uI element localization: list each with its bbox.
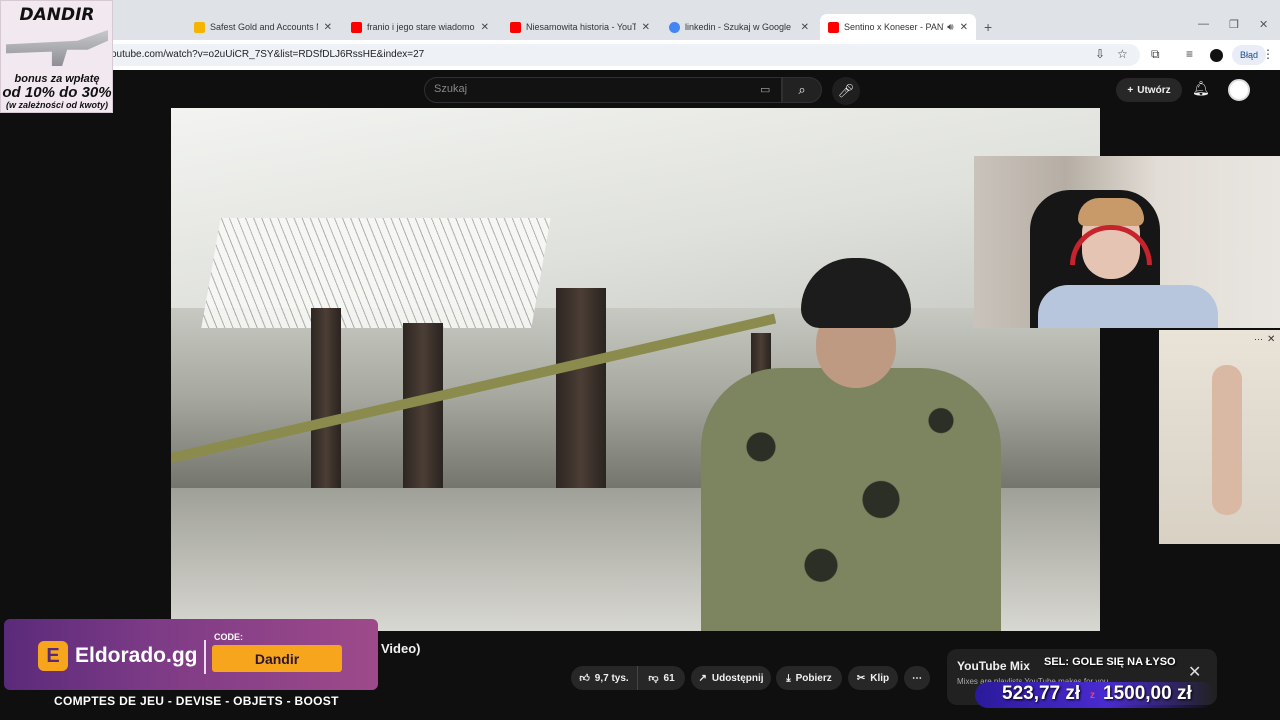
notifications-bell-icon[interactable]: 🔔︎ [1192,80,1210,97]
minimize-icon[interactable]: — [1198,18,1209,30]
download-label: Pobierz [795,672,832,684]
install-app-icon[interactable]: ⇩ [1095,47,1105,61]
webcam-shirt [1038,285,1218,328]
url-text[interactable]: youtube.com/watch?v=o2uUiCR_7SY&list=RDS… [106,49,424,60]
side-clip-figure [1212,365,1242,515]
video-scene-railing [171,313,777,463]
tab-label: Sentino x Koneser - PANTE [844,22,945,32]
share-icon: ↗ [698,672,707,684]
video-person-jacket [701,368,1001,631]
keyboard-icon[interactable]: ▭ [760,83,770,96]
close-icon[interactable]: ✕ [642,22,650,33]
download-button[interactable]: ⤓ Pobierz [776,666,842,690]
clip-button[interactable]: ✂ Klip [848,666,898,690]
share-label: Udostępnij [711,672,764,684]
youtube-favicon-icon [510,21,521,33]
tab-label: linkedin - Szukaj w Google [685,22,792,32]
code-label: CODE: [214,632,243,642]
video-scene-skylight [201,218,551,328]
like-count: 9,7 tys. [594,672,629,684]
bookmark-star-icon[interactable]: ☆ [1117,47,1128,61]
bottom-strip [0,712,1280,720]
goal-current: 523,77 zł [1002,683,1081,704]
create-label: Utwórz [1137,84,1171,96]
browser-tab[interactable]: linkedin - Szukaj w Google ✕ [661,14,817,40]
youtube-favicon-icon [351,21,362,33]
error-button[interactable]: Błąd [1232,45,1266,65]
donation-message: SEL: GOLE SIĘ NA ŁYSO [1044,656,1176,668]
video-title: Video) [381,641,421,656]
voice-search-button[interactable]: 🎤︎ [832,77,860,105]
eldorado-logo-icon: E [38,641,68,671]
sponsor-line: od 10% do 30% [2,84,112,101]
sponsor-name: DANDIR [19,5,95,25]
close-icon[interactable]: ✕ [801,22,809,33]
close-icon[interactable]: ✕ [324,22,332,33]
webcam-hair [1078,198,1144,226]
browser-tab[interactable]: Safest Gold and Accounts Mark ✕ [186,14,340,40]
new-tab-button[interactable]: + [984,19,992,35]
eldorado-name: Eldorado.gg [75,644,198,667]
like-button[interactable]: 👍︎ 9,7 tys. [571,666,637,690]
close-icon[interactable]: ✕ [1188,662,1201,682]
close-icon[interactable]: ✕ [960,22,968,33]
tab-label: Safest Gold and Accounts Mark [210,22,318,32]
tab-label: franio i jego stare wiadomosci [367,22,475,32]
maximize-icon[interactable]: ❐ [1229,18,1239,31]
more-icon[interactable]: ⋯ [1254,334,1263,345]
more-actions-button[interactable]: ⋯ [904,666,930,690]
close-icon[interactable]: ✕ [1267,334,1275,345]
speaker-icon[interactable]: 🔊︎ [947,22,953,33]
search-icon: ⌕ [798,82,806,97]
download-icon: ⤓ [786,672,791,684]
promo-code: Dandir [212,645,342,672]
microphone-icon: 🎤︎ [837,83,855,98]
scissors-icon: ✂ [856,672,866,684]
youtube-favicon-icon [828,21,839,33]
menu-kebab-icon[interactable]: ⋮ [1262,47,1274,61]
mix-title: YouTube Mix [957,659,1030,673]
divider [204,640,206,674]
search-input[interactable] [424,77,782,103]
google-favicon-icon [669,21,680,33]
gold-favicon-icon [194,21,205,33]
tab-label: Niesamowita historia - YouTube [526,22,636,32]
goal-separator: z [1090,690,1095,701]
dislike-button[interactable]: 👎︎ 61 [637,666,685,690]
close-window-icon[interactable]: ✕ [1259,18,1268,31]
search-button[interactable]: ⌕ [782,77,822,103]
sponsor-line: (w zależności od kwoty) [5,100,108,110]
create-button[interactable]: + Utwórz [1116,78,1182,102]
goal-target: 1500,00 zł [1103,683,1192,704]
dislike-count: 61 [663,672,675,684]
clip-label: Klip [870,672,890,684]
thumbs-up-icon: 👍︎ [579,673,590,684]
plus-icon: + [1127,84,1134,96]
browser-tab[interactable]: franio i jego stare wiadomosci ✕ [343,14,497,40]
share-button[interactable]: ↗ Udostępnij [691,666,771,690]
thumbs-down-icon: 👎︎ [648,673,659,684]
eldorado-tagline: COMPTES DE JEU - DEVISE - OBJETS - BOOST [54,694,339,708]
video-player[interactable] [171,108,1100,631]
media-control-icon[interactable]: ≡ [1186,47,1193,61]
avatar[interactable] [1228,79,1250,101]
browser-tab[interactable]: Niesamowita historia - YouTube ✕ [502,14,658,40]
search-placeholder: Szukaj [434,83,468,95]
profile-icon[interactable] [1210,49,1223,62]
extensions-icon[interactable]: ⧉ [1151,47,1160,62]
browser-tab-active[interactable]: Sentino x Koneser - PANTE 🔊︎ ✕ [820,14,976,40]
close-icon[interactable]: ✕ [481,22,489,33]
